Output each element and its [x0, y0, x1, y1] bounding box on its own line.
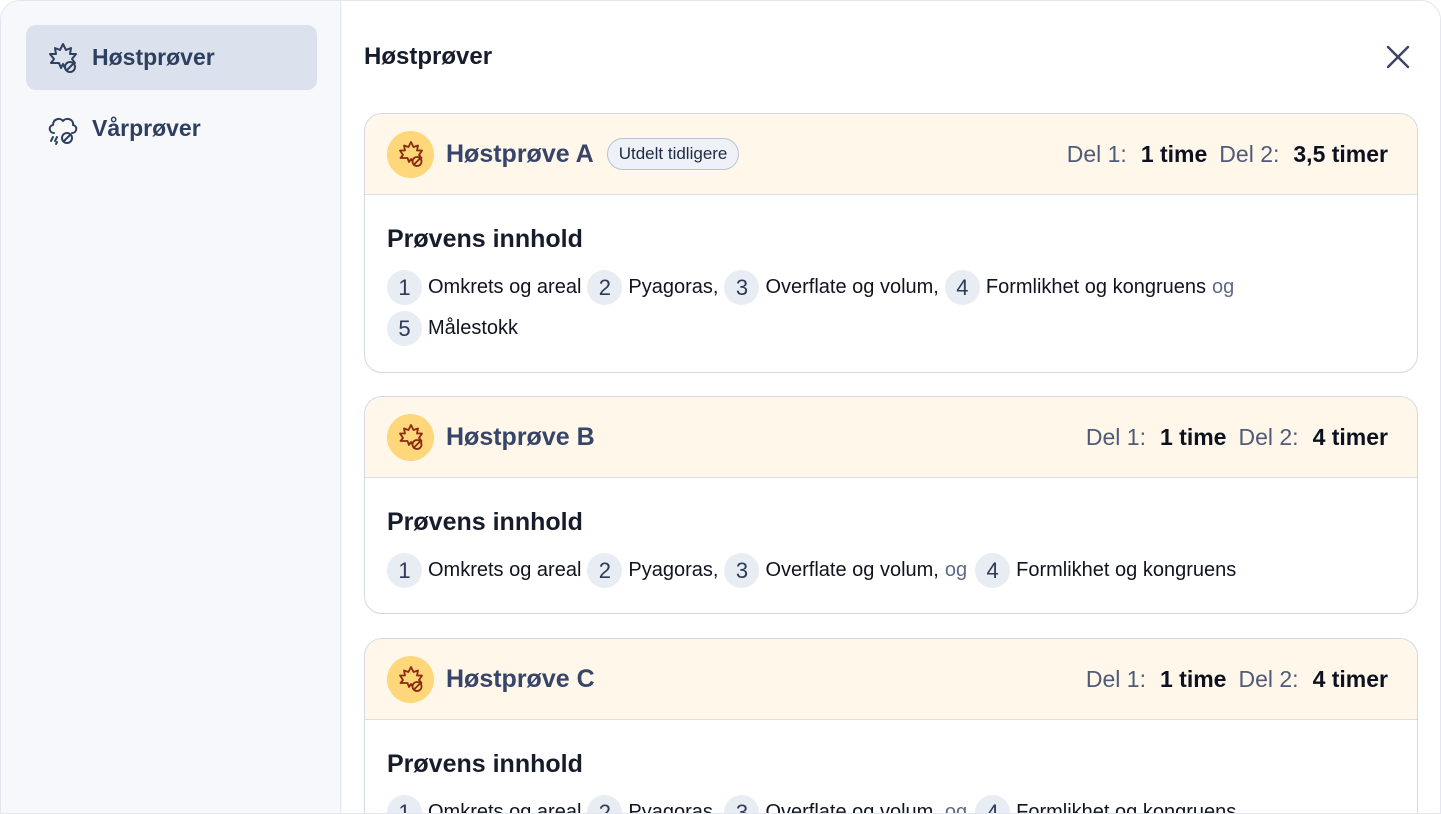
topic-number: 1 [387, 553, 422, 588]
maple-leaf-icon [387, 130, 434, 178]
topic-number: 5 [387, 311, 422, 346]
app-window: Høstprøver Vårprøver Høstprøver Høstprøv… [0, 0, 1441, 814]
main-panel: Høstprøver Høstprøve A Utdelt tidligere [342, 1, 1440, 814]
maple-leaf-icon [387, 655, 434, 703]
del2-label: Del 2: [1219, 140, 1280, 167]
maple-leaf-icon [387, 413, 434, 461]
conjunction: og [944, 559, 968, 581]
topic-label: Overflate og volum, [765, 801, 939, 814]
page-title: Høstprøver [364, 43, 493, 70]
topic-item: 3 Overflate og volum, [724, 270, 939, 305]
topic-list: 1 Omkrets og areal 2 Pyagoras, 3 Overfla… [387, 795, 1387, 814]
topic-label: Omkrets og areal [428, 801, 582, 814]
close-button[interactable] [1382, 41, 1414, 73]
topic-list: 1 Omkrets og areal 2 Pyagoras, 3 Overfla… [387, 553, 1387, 588]
topic-label: Formlikhet og kongruens [1016, 559, 1237, 581]
card-header: Høstprøve A Utdelt tidligere Del 1: 1 ti… [365, 114, 1417, 195]
exam-card-b[interactable]: Høstprøve B Del 1: 1 time Del 2: 4 timer… [364, 396, 1418, 614]
del2-label: Del 2: [1238, 423, 1299, 450]
topic-label: Pyagoras, [628, 559, 719, 581]
topic-label: Pyagoras, [628, 276, 719, 298]
topic-item: 3 Overflate og volum, [724, 553, 939, 588]
topic-label: Målestokk [428, 317, 519, 339]
card-title: Høstprøve C [446, 664, 595, 693]
topic-number: 4 [975, 553, 1011, 588]
card-body: Prøvens innhold 1 Omkrets og areal 2 Pya… [365, 478, 1417, 588]
topic-label: Pyagoras, [628, 801, 719, 814]
card-title: Høstprøve A [446, 139, 594, 168]
del2-value: 3,5 timer [1293, 140, 1388, 167]
sidebar-item-label: Vårprøver [92, 115, 201, 141]
exam-card-a[interactable]: Høstprøve A Utdelt tidligere Del 1: 1 ti… [364, 113, 1418, 373]
sidebar-item-hostprover[interactable]: Høstprøver [26, 25, 317, 90]
del1-label: Del 1: [1085, 423, 1146, 450]
del2-value: 4 timer [1312, 665, 1388, 692]
sidebar: Høstprøver Vårprøver [1, 1, 341, 813]
del1-label: Del 1: [1066, 140, 1127, 167]
conjunction: og [1211, 276, 1235, 298]
del2-label: Del 2: [1238, 665, 1299, 692]
exam-card-c[interactable]: Høstprøve C Del 1: 1 time Del 2: 4 timer… [364, 638, 1418, 814]
topic-label: Overflate og volum, [765, 276, 939, 298]
topic-list: 1 Omkrets og areal 2 Pyagoras, 3 Overfla… [387, 270, 1287, 346]
topic-label: Formlikhet og kongruens [1016, 801, 1237, 814]
conjunction: og [944, 801, 968, 814]
content-heading: Prøvens innhold [387, 225, 583, 253]
topic-number: 1 [387, 795, 422, 813]
card-title: Høstprøve B [446, 422, 595, 451]
topic-number: 3 [724, 795, 760, 813]
content-heading: Prøvens innhold [387, 508, 583, 536]
topic-item: 4 Formlikhet og kongruens [975, 795, 1237, 814]
card-header: Høstprøve B Del 1: 1 time Del 2: 4 timer [365, 397, 1417, 478]
topic-item: 1 Omkrets og areal [387, 553, 581, 588]
topic-label: Omkrets og areal [428, 559, 582, 581]
topic-label: Overflate og volum, [765, 559, 939, 581]
status-badge: Utdelt tidligere [606, 138, 740, 170]
close-icon [1386, 45, 1410, 69]
card-header: Høstprøve C Del 1: 1 time Del 2: 4 timer [365, 639, 1417, 720]
topic-item: 2 Pyagoras, [587, 553, 718, 588]
topic-label: Formlikhet og kongruens [985, 276, 1206, 298]
card-body: Prøvens innhold 1 Omkrets og areal 2 Pya… [365, 720, 1417, 814]
topic-number: 3 [724, 553, 760, 588]
del1-value: 1 time [1159, 665, 1227, 692]
del2-value: 4 timer [1312, 423, 1388, 450]
topic-item: 2 Pyagoras, [587, 795, 719, 814]
topic-item: 4 Formlikhet og kongruens [975, 553, 1236, 588]
topic-number: 4 [944, 270, 980, 305]
topic-number: 2 [587, 553, 623, 588]
del1-label: Del 1: [1085, 665, 1146, 692]
topic-item: 2 Pyagoras, [587, 270, 718, 305]
maple-leaf-icon [44, 39, 82, 77]
topic-number: 1 [387, 270, 422, 305]
topic-number: 4 [975, 795, 1011, 813]
topic-number: 2 [587, 270, 623, 305]
topic-item: 4 Formlikhet og kongruens [944, 270, 1206, 305]
content-heading: Prøvens innhold [387, 750, 583, 778]
rain-cloud-leaf-icon [44, 110, 82, 148]
sidebar-item-varprover[interactable]: Vårprøver [26, 96, 317, 161]
topic-item: 3 Overflate og volum, [724, 795, 939, 814]
topic-item: 1 Omkrets og areal [387, 795, 582, 814]
topic-number: 2 [587, 795, 623, 813]
topic-item: 5 Målestokk [387, 311, 518, 346]
topic-item: 1 Omkrets og areal [387, 270, 581, 305]
del1-value: 1 time [1140, 140, 1208, 167]
topic-label: Omkrets og areal [428, 276, 582, 298]
sidebar-item-label: Høstprøver [92, 44, 215, 70]
card-body: Prøvens innhold 1 Omkrets og areal 2 Pya… [365, 195, 1417, 346]
topic-number: 3 [724, 270, 760, 305]
del1-value: 1 time [1159, 423, 1227, 450]
